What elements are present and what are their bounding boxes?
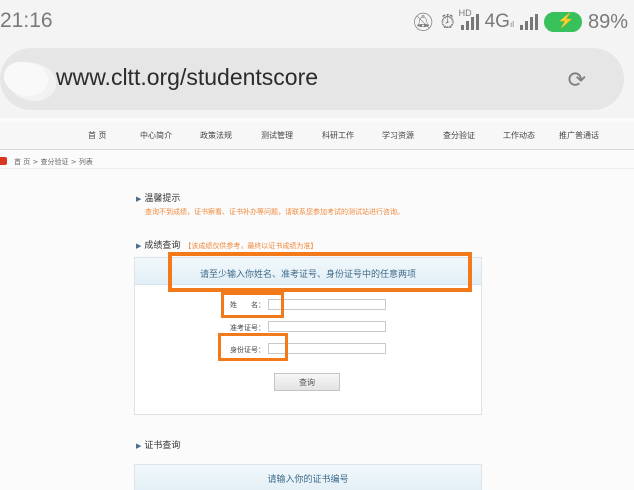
cert-title: 证书查询	[144, 441, 181, 451]
reload-icon[interactable]: ⟳	[568, 68, 586, 93]
nav-item-putonghua[interactable]: 推广普通话	[559, 130, 599, 141]
home-icon	[0, 157, 7, 165]
nav-item-home[interactable]: 首 页	[88, 130, 107, 141]
cert-instruction: 请输入你的证书编号	[267, 475, 349, 485]
query-instruction: 请至少输入你姓名、准考证号、身份证号中的任意两项	[199, 270, 416, 280]
status-icons: 🔕︎ ⏰︎ HD 4Gıl 89%	[411, 8, 628, 35]
cert-heading: ▶ 证书查询	[136, 438, 180, 451]
nav-item-testing[interactable]: 测试管理	[261, 130, 293, 141]
exam-number-label: 准考证号：	[230, 324, 265, 332]
score-query-panel: 请至少输入你姓名、准考证号、身份证号中的任意两项	[134, 257, 482, 415]
status-bar: 21:16 🔕︎ ⏰︎ HD 4Gıl 89%	[0, 0, 634, 44]
alarm-icon: ⏰︎	[440, 11, 455, 32]
nav-item-news[interactable]: 工作动态	[503, 130, 535, 141]
nav-item-research[interactable]: 科研工作	[322, 130, 354, 141]
query-button[interactable]: 查询	[274, 373, 340, 391]
signal-icon: HD	[459, 8, 479, 30]
exam-number-input[interactable]	[268, 321, 386, 332]
notice-heading: ▶ 温馨提示	[136, 191, 180, 204]
notice-title: 温馨提示	[144, 194, 181, 204]
arrow-icon: ▶	[136, 195, 142, 203]
name-input[interactable]	[268, 299, 386, 310]
nav-item-policy[interactable]: 政策法规	[200, 130, 232, 141]
status-time: 21:16	[0, 9, 53, 32]
url-text[interactable]: www.cltt.org/studentscore	[56, 64, 318, 91]
network-sub: ıl	[509, 20, 514, 29]
breadcrumb: 首 页 > 查分验证 > 列表	[0, 155, 634, 169]
id-number-label: 身份证号：	[230, 346, 265, 354]
notice-text: 查询不到成绩，证书察看、证书补办等问题，请联系您参加考试的测试站进行咨询。	[145, 208, 404, 216]
nav-item-resources[interactable]: 学习资源	[382, 130, 414, 141]
web-page: 首 页 中心简介 政策法规 测试管理 科研工作 学习资源 查分验证 工作动态 推…	[0, 118, 634, 490]
network-label: 4G	[484, 11, 510, 32]
nav-item-score[interactable]: 查分验证	[443, 130, 475, 141]
panel-header: 请至少输入你姓名、准考证号、身份证号中的任意两项	[135, 258, 481, 285]
battery-icon	[543, 12, 582, 32]
arrow-icon: ▶	[136, 242, 142, 250]
nav-item-about[interactable]: 中心简介	[140, 130, 172, 141]
query-heading: ▶ 成绩查询 【该成绩仅供参考，最终以证书成绩为准】	[136, 238, 317, 251]
arrow-icon: ▶	[136, 442, 142, 450]
browser-toolbar: www.cltt.org/studentscore ⟳	[0, 44, 634, 118]
query-title: 成绩查询	[144, 241, 181, 251]
redacted-site-icon	[4, 62, 48, 96]
network-type: 4Gıl	[485, 11, 514, 33]
site-nav: 首 页 中心简介 政策法规 测试管理 科研工作 学习资源 查分验证 工作动态 推…	[0, 122, 634, 150]
mute-icon: 🔕︎	[411, 11, 435, 32]
cert-query-panel: 请输入你的证书编号	[134, 464, 482, 490]
signal-icon-2	[519, 14, 538, 30]
battery-percent: 89%	[587, 10, 628, 33]
query-hint: 【该成绩仅供参考，最终以证书成绩为准】	[184, 242, 318, 250]
id-number-input[interactable]	[268, 343, 386, 354]
breadcrumb-text[interactable]: 首 页 > 查分验证 > 列表	[14, 157, 93, 167]
name-label: 姓 名：	[230, 301, 265, 309]
address-bar[interactable]: www.cltt.org/studentscore ⟳	[0, 48, 624, 110]
